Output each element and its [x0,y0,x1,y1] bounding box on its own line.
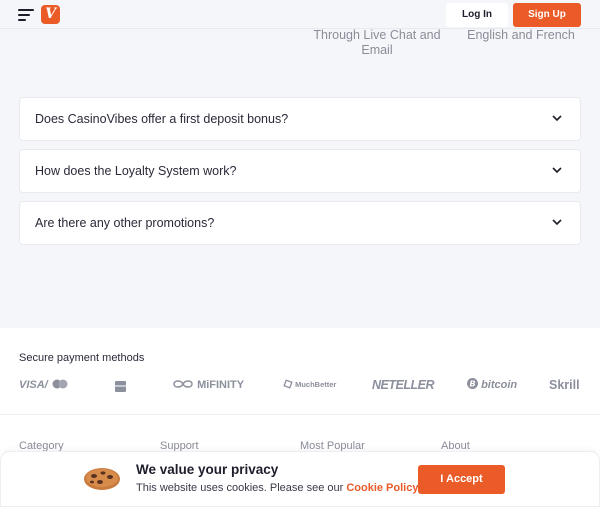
svg-text:B: B [469,380,475,389]
visa-mastercard-logo: VISA/ [19,376,69,394]
faq-question: How does the Loyalty System work? [35,164,237,178]
languages-info-text: English and French [467,28,575,42]
mifinity-logo: MiFINITY [172,376,244,394]
faq-question: Does CasinoVibes offer a first deposit b… [35,112,289,126]
cookie-icon [84,468,120,490]
chevron-down-icon [552,219,562,226]
chevron-down-icon [552,167,562,174]
footer-divider [0,414,600,415]
menu-icon[interactable] [18,9,34,21]
chevron-down-icon [552,115,562,122]
payment-methods-title: Secure payment methods [19,352,145,364]
skrill-logo: Skrill [549,378,580,392]
faq-item[interactable]: Are there any other promotions? [19,201,581,245]
cookie-message: This website uses cookies. Please see ou… [136,482,418,494]
bank-card-logo [115,379,126,397]
muchbetter-logo: MuchBetter [283,376,336,394]
faq-question: Are there any other promotions? [35,216,215,230]
neteller-logo: NETELLER [372,378,434,392]
faq-item[interactable]: How does the Loyalty System work? [19,149,581,193]
support-info-text: Through Live Chat and Email [313,28,441,57]
login-button[interactable]: Log In [446,3,508,27]
accept-cookies-button[interactable]: I Accept [418,465,505,494]
faq-item[interactable]: Does CasinoVibes offer a first deposit b… [19,97,581,141]
cookie-message-text: This website uses cookies. Please see ou… [136,482,347,494]
cookie-title: We value your privacy [136,462,279,477]
cookie-banner: We value your privacy This website uses … [0,451,600,507]
signup-button[interactable]: Sign Up [513,3,581,27]
top-header: V Log In Sign Up [0,0,600,29]
casinovibes-logo[interactable]: V [41,5,60,24]
cookie-policy-link[interactable]: Cookie Policy [346,482,418,494]
bitcoin-logo: B bitcoin [467,376,517,394]
payment-logos: VISA/ MiFINITY MuchBetter NETELLER B bit… [0,376,600,394]
